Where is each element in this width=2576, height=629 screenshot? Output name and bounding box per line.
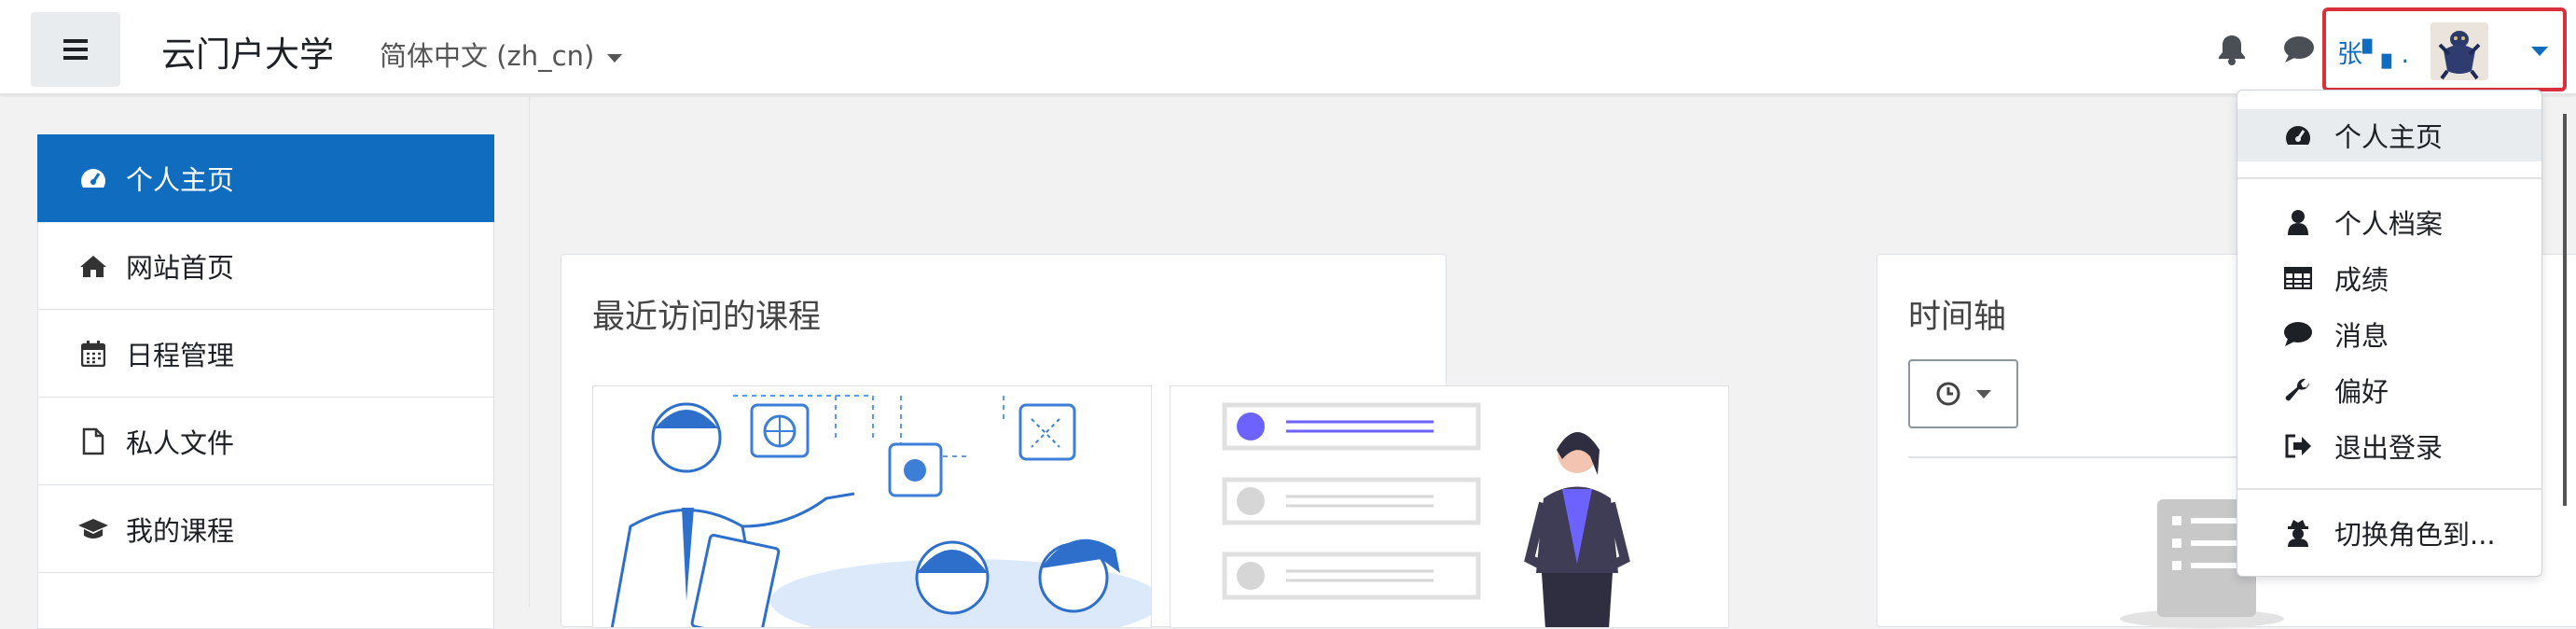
menu-item-label: 成绩 <box>2334 264 2389 296</box>
menu-item-label: 个人档案 <box>2334 208 2444 240</box>
menu-item-label: 个人主页 <box>2334 121 2444 153</box>
wrench-icon <box>2282 374 2314 406</box>
menu-divider <box>2237 177 2541 179</box>
sidebar-nav-list: 个人主页 网站首页 日程管理 私人文件 我的课程 <box>37 134 494 629</box>
menu-item-label: 退出登录 <box>2334 432 2444 464</box>
calendar-icon <box>77 338 109 370</box>
user-icon <box>2282 206 2314 238</box>
menu-item-dashboard[interactable]: 个人主页 <box>2237 109 2541 161</box>
sidebar-item-dashboard[interactable]: 个人主页 <box>37 134 494 222</box>
menu-item-grades[interactable]: 成绩 <box>2237 252 2541 304</box>
top-navbar: 云门户大学 简体中文 (zh_cn) 张▘▖. <box>0 0 2576 95</box>
user-name: 张▘▖. <box>2337 40 2410 69</box>
sidebar-item-calendar[interactable]: 日程管理 <box>37 310 494 398</box>
avatar <box>2431 22 2488 80</box>
divider <box>1908 456 2263 458</box>
card-title: 最近访问的课程 <box>592 299 822 336</box>
sidebar-item-label: 我的课程 <box>126 514 235 547</box>
table-icon <box>2282 262 2314 294</box>
course-card-image[interactable] <box>1170 385 1729 628</box>
menu-item-preferences[interactable]: 偏好 <box>2237 364 2541 416</box>
comment-icon <box>2282 318 2314 350</box>
chevron-down-icon <box>1976 389 1991 398</box>
course-card-image[interactable] <box>592 385 1152 628</box>
sidebar-item-label: 日程管理 <box>126 339 235 371</box>
menu-item-label: 偏好 <box>2334 376 2389 408</box>
dashboard-icon <box>77 162 109 194</box>
user-secret-icon <box>2282 517 2314 549</box>
dashboard-icon <box>2282 119 2314 151</box>
timeline-filter-button[interactable] <box>1908 359 2018 428</box>
menu-item-label: 消息 <box>2334 320 2389 352</box>
clock-icon <box>1936 382 1960 406</box>
sidebar-item-home[interactable]: 网站首页 <box>37 222 494 310</box>
sidebar-item-partial[interactable] <box>37 573 494 629</box>
sign-out-icon <box>2282 430 2314 462</box>
sidebar-item-label: 网站首页 <box>126 251 235 284</box>
menu-divider <box>2237 488 2541 490</box>
sidebar-item-label: 私人文件 <box>126 426 235 459</box>
drawer-toggle-button[interactable] <box>31 12 120 87</box>
window-edge <box>2563 114 2567 506</box>
file-icon <box>77 426 109 457</box>
menu-item-messages[interactable]: 消息 <box>2237 308 2541 360</box>
notification-bell-icon[interactable] <box>2218 34 2246 69</box>
sidebar-item-label: 个人主页 <box>126 164 235 196</box>
chevron-down-icon <box>607 53 623 63</box>
card-title: 时间轴 <box>1908 299 2007 336</box>
messages-chat-icon[interactable] <box>2283 35 2315 67</box>
menu-item-profile[interactable]: 个人档案 <box>2237 196 2541 248</box>
site-name[interactable]: 云门户大学 <box>161 26 334 77</box>
hamburger-icon <box>63 39 88 60</box>
menu-item-switch-role[interactable]: 切换角色到... <box>2237 507 2541 559</box>
menu-item-label: 切换角色到... <box>2334 519 2496 551</box>
user-menu-toggle[interactable]: 张▘▖. <box>2322 7 2567 91</box>
home-icon <box>77 250 109 282</box>
language-label: 简体中文 (zh_cn) <box>380 40 595 72</box>
menu-item-logout[interactable]: 退出登录 <box>2237 420 2541 472</box>
recently-accessed-courses-card: 最近访问的课程 <box>561 254 1729 628</box>
user-dropdown-menu: 个人主页 个人档案 成绩 消息 偏好 退出登录 切换角色到... <box>2237 90 2542 577</box>
nav-drawer: 个人主页 网站首页 日程管理 私人文件 我的课程 <box>0 97 530 629</box>
sidebar-item-my-courses[interactable]: 我的课程 <box>37 485 494 573</box>
chevron-down-icon <box>2531 47 2548 56</box>
sidebar-item-private-files[interactable]: 私人文件 <box>37 398 494 485</box>
graduation-cap-icon <box>77 513 109 545</box>
language-selector[interactable]: 简体中文 (zh_cn) <box>380 35 623 74</box>
